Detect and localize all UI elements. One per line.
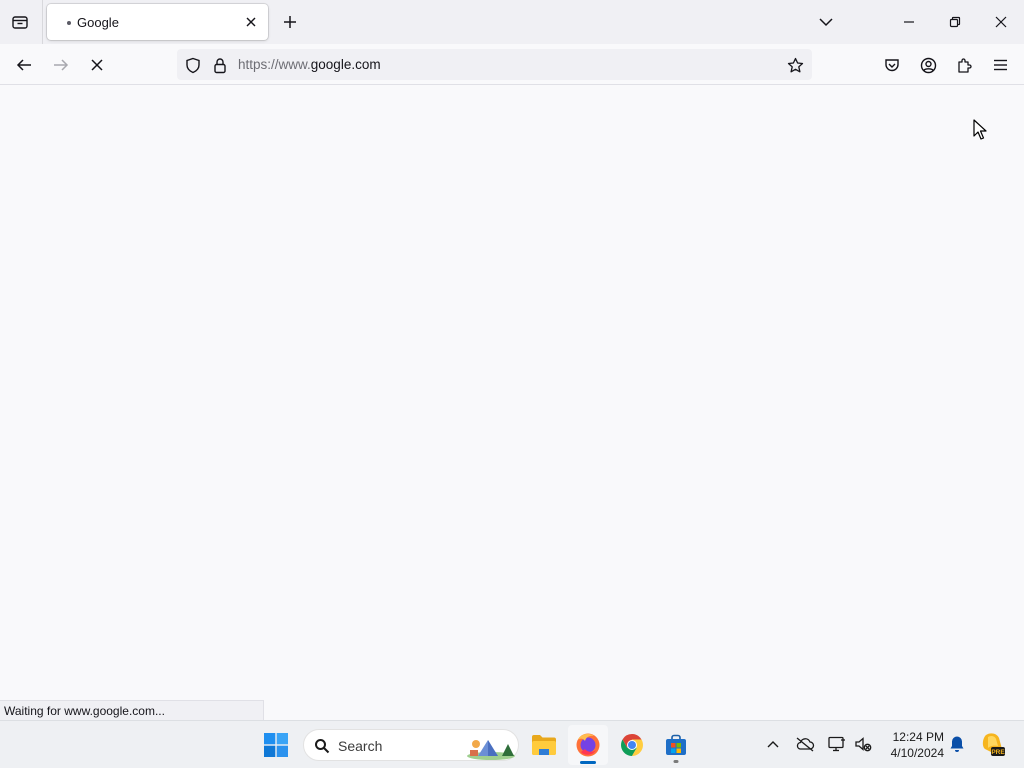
shield-icon	[186, 57, 200, 73]
folder-icon	[532, 735, 556, 755]
arrow-right-icon	[54, 59, 69, 71]
lock-icon	[214, 57, 226, 73]
tab-loading-indicator	[67, 21, 71, 25]
firefox-icon	[576, 733, 600, 757]
speaker-muted-icon	[855, 737, 872, 752]
stop-button[interactable]	[82, 50, 112, 80]
url-host: google.com	[310, 57, 381, 72]
start-button[interactable]	[256, 725, 296, 765]
tab-title: Google	[77, 15, 119, 30]
search-highlight-illustration	[467, 740, 515, 760]
clock-time: 12:24 PM	[892, 730, 944, 744]
close-icon	[246, 17, 256, 27]
address-bar[interactable]: https://www.google.com	[177, 49, 812, 80]
copilot-icon: PRE	[982, 733, 1005, 756]
mouse-cursor-icon	[973, 119, 987, 140]
bell-icon	[950, 736, 964, 752]
new-tab-button[interactable]	[276, 8, 304, 36]
navigation-toolbar: https://www.google.com	[0, 44, 1024, 85]
chrome-taskbar-button[interactable]	[612, 725, 652, 765]
show-hidden-icons-button[interactable]	[762, 733, 784, 755]
extensions-button[interactable]	[949, 50, 979, 80]
chevron-up-icon	[767, 741, 779, 748]
pocket-icon	[885, 59, 899, 72]
chevron-down-icon	[819, 18, 833, 27]
copilot-badge-label: PRE	[991, 749, 1005, 756]
restore-icon	[949, 16, 961, 28]
list-all-tabs-button[interactable]	[812, 8, 840, 36]
minimize-icon	[904, 21, 914, 23]
search-icon	[315, 739, 330, 754]
close-tab-button[interactable]	[240, 11, 262, 33]
onedrive-button[interactable]	[794, 733, 816, 755]
store-bag-icon	[666, 734, 686, 755]
tab-strip: Google	[0, 0, 1024, 44]
pocket-button[interactable]	[877, 50, 907, 80]
system-clock[interactable]: 12:24 PM 4/10/2024	[878, 729, 944, 761]
tab-list-icon	[12, 16, 28, 29]
volume-button[interactable]	[852, 733, 874, 755]
page-content[interactable]	[0, 85, 1024, 720]
active-app-indicator	[580, 761, 596, 764]
plus-icon	[284, 16, 296, 28]
windows-logo-icon	[264, 733, 288, 757]
site-info-button[interactable]	[210, 55, 230, 75]
tab-separator	[42, 0, 43, 44]
windows-taskbar: Search 12:24 PM 4/10/2024 PRE	[0, 720, 1024, 768]
tab-list-button[interactable]	[6, 8, 34, 36]
file-explorer-button[interactable]	[524, 725, 564, 765]
url-scheme: https://www.	[238, 57, 311, 72]
close-window-button[interactable]	[978, 0, 1024, 44]
star-icon	[787, 57, 803, 72]
account-button[interactable]	[913, 50, 943, 80]
close-icon	[995, 16, 1007, 28]
application-menu-button[interactable]	[985, 50, 1015, 80]
tracking-protection-button[interactable]	[183, 55, 203, 75]
chrome-icon	[621, 734, 643, 756]
microsoft-store-button[interactable]	[656, 725, 696, 765]
restore-button[interactable]	[932, 0, 978, 44]
status-panel: Waiting for www.google.com...	[0, 700, 264, 720]
back-button[interactable]	[9, 50, 39, 80]
bookmark-button[interactable]	[784, 54, 806, 76]
firefox-taskbar-button[interactable]	[568, 725, 608, 765]
clock-date: 4/10/2024	[890, 746, 944, 760]
cloud-off-icon	[796, 737, 815, 752]
copilot-button[interactable]: PRE	[980, 731, 1006, 757]
hamburger-icon	[993, 59, 1007, 71]
notifications-button[interactable]	[946, 733, 968, 755]
taskbar-search-box[interactable]: Search	[303, 729, 519, 761]
account-icon	[920, 57, 936, 73]
arrow-left-icon	[16, 59, 31, 71]
minimize-button[interactable]	[886, 0, 932, 44]
search-placeholder: Search	[338, 738, 383, 754]
forward-button[interactable]	[46, 50, 76, 80]
network-button[interactable]	[826, 733, 848, 755]
monitor-icon	[828, 736, 845, 752]
url-text[interactable]: https://www.google.com	[238, 57, 381, 72]
running-app-indicator	[673, 760, 679, 763]
puzzle-icon	[957, 57, 972, 73]
tab-google[interactable]: Google	[47, 4, 268, 40]
stop-x-icon	[91, 59, 103, 71]
